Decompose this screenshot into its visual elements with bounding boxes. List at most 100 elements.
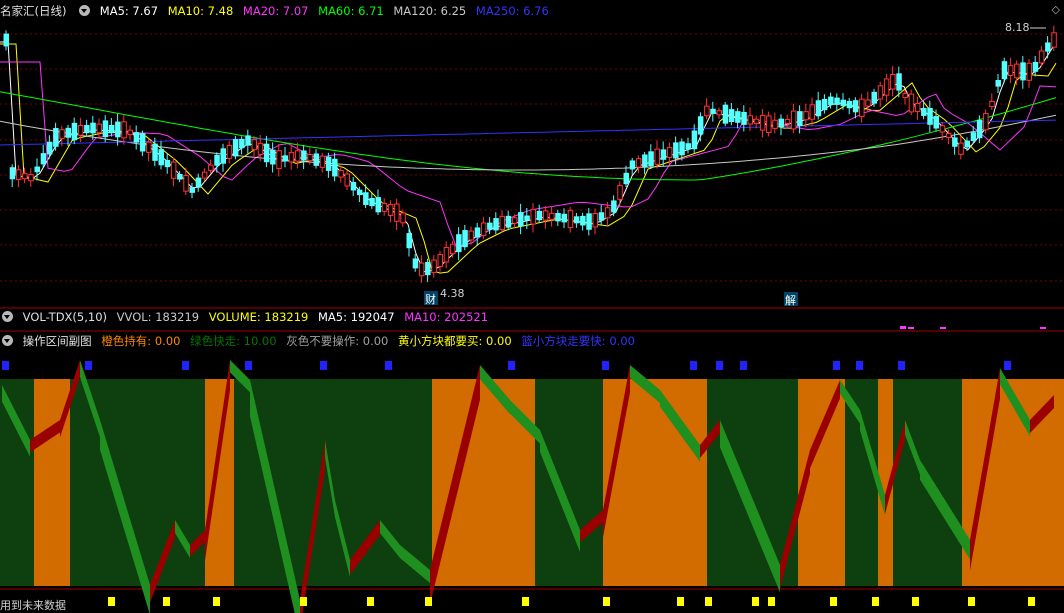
candle-body	[22, 173, 28, 180]
candle-body	[338, 170, 344, 178]
candle-body	[722, 104, 729, 124]
candle-body	[914, 103, 921, 112]
blue-exit-marker	[898, 361, 905, 370]
candle-body	[784, 118, 791, 124]
candle-body	[53, 128, 59, 147]
candle-body	[883, 78, 890, 96]
candle-body	[71, 122, 78, 141]
candle-body	[276, 150, 282, 170]
yellow-buy-marker	[367, 597, 374, 606]
candle-body	[530, 209, 536, 225]
candle-body	[115, 121, 121, 138]
high-price-label: 8.18	[1005, 21, 1030, 34]
candle-body	[288, 151, 295, 163]
candle-body	[325, 156, 332, 171]
candle-body	[617, 185, 623, 200]
candle-body	[586, 213, 592, 230]
candle-body	[1026, 62, 1032, 81]
candle-body	[152, 143, 158, 161]
yellow-buy-marker	[705, 597, 712, 606]
candle-body	[77, 125, 84, 136]
candle-body	[394, 203, 400, 222]
candle-body	[1045, 42, 1051, 52]
candle-body	[642, 154, 648, 168]
candle-body	[635, 158, 642, 168]
candle-body	[3, 33, 9, 47]
candle-body	[487, 222, 493, 230]
candle-body	[933, 116, 939, 129]
candle-body	[493, 218, 499, 231]
candle-body	[697, 116, 704, 135]
candle-body	[673, 142, 679, 159]
candle-body	[164, 159, 171, 168]
candle-body	[952, 137, 958, 147]
candle-body	[15, 169, 22, 181]
candle-body	[350, 181, 357, 191]
candle-body	[772, 119, 778, 129]
candle-body	[307, 154, 313, 162]
candle-body	[251, 139, 257, 151]
yellow-buy-marker	[213, 597, 220, 606]
candle-body	[871, 91, 877, 104]
candle-body	[549, 212, 555, 220]
candle-body	[989, 100, 995, 108]
candle-body	[34, 166, 40, 173]
candle-body	[65, 127, 71, 138]
candle-body	[573, 216, 580, 224]
candle-body	[332, 158, 338, 177]
candle-body	[257, 142, 264, 155]
candle-body	[437, 254, 443, 268]
candle-body	[939, 125, 946, 133]
finance-marker[interactable]: 财	[425, 292, 436, 306]
orange-hold-zone	[205, 379, 234, 586]
candle-body	[270, 149, 276, 165]
candle-body	[865, 99, 871, 107]
candle-body	[183, 175, 189, 192]
orange-hold-zone	[603, 379, 707, 586]
candle-body	[747, 115, 753, 125]
candle-body	[59, 129, 65, 139]
yellow-buy-marker	[752, 597, 759, 606]
candle-body	[96, 123, 102, 134]
candle-body	[902, 93, 908, 99]
candle-body	[189, 187, 195, 193]
candle-body	[40, 153, 47, 165]
candle-body	[666, 147, 673, 158]
candle-body	[555, 212, 561, 222]
candle-body	[611, 200, 617, 213]
blue-exit-marker	[508, 361, 515, 370]
candle-body	[84, 125, 90, 134]
yellow-buy-marker	[968, 597, 975, 606]
future-data-warning: 用到未来数据	[0, 599, 66, 612]
candle-body	[518, 212, 524, 227]
candle-body	[412, 258, 419, 269]
candle-body	[375, 197, 381, 213]
blue-exit-marker	[856, 361, 863, 370]
candle-body	[146, 141, 152, 153]
blue-exit-marker	[182, 361, 189, 370]
candle-body	[704, 105, 710, 117]
yellow-buy-marker	[677, 597, 684, 606]
candle-body	[121, 121, 127, 139]
candle-body	[660, 149, 667, 160]
candle-body	[778, 118, 784, 128]
candle-body	[679, 141, 685, 156]
green-exit-zone	[535, 379, 603, 586]
yellow-buy-marker	[163, 597, 170, 606]
unlock-marker[interactable]: 解	[785, 293, 796, 307]
candle-body	[970, 132, 977, 141]
yellow-buy-marker	[830, 597, 837, 606]
ma60-line	[0, 91, 1057, 181]
candle-body	[294, 150, 301, 162]
candle-body	[232, 139, 239, 157]
candle-body	[344, 173, 350, 187]
candle-body	[46, 141, 53, 155]
candle-body	[753, 118, 760, 124]
yellow-buy-marker	[108, 597, 115, 606]
candle-body	[976, 120, 983, 139]
candle-body	[716, 110, 722, 116]
candle-body	[815, 100, 822, 117]
candle-body	[406, 233, 412, 249]
candle-body	[735, 111, 741, 123]
candle-body	[766, 115, 772, 133]
